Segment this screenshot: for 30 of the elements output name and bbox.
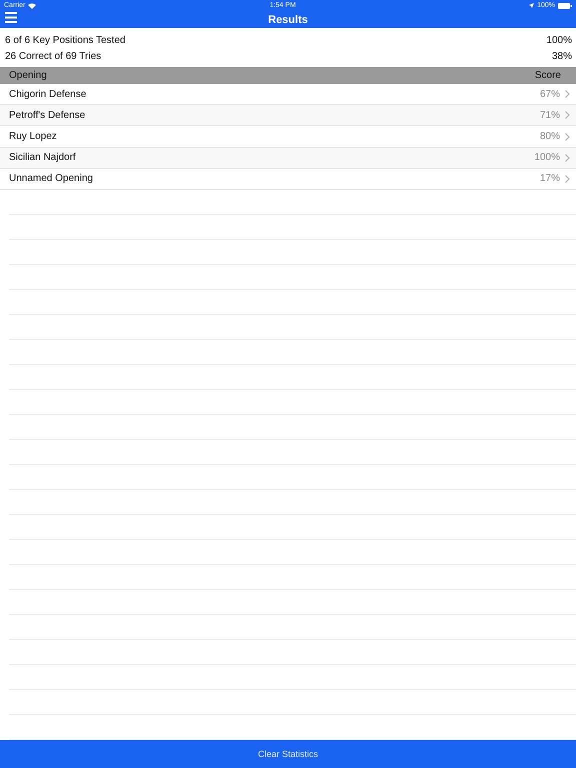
score-value: 67% xyxy=(540,88,560,100)
opening-name: Chigorin Defense xyxy=(9,88,86,100)
score-value: 100% xyxy=(534,152,560,164)
screen-title: Results xyxy=(268,14,308,26)
score-value: 17% xyxy=(540,173,560,184)
summary-label: 6 of 6 Key Positions Tested xyxy=(5,34,126,46)
summary-label: 26 Correct of 69 Tries xyxy=(5,50,102,62)
opening-row[interactable]: Sicilian Najdorf 100% xyxy=(0,148,576,169)
wifi-icon xyxy=(28,2,36,8)
summary-value: 38% xyxy=(552,50,572,62)
chevron-icon xyxy=(565,132,570,140)
opening-name: Petroff's Defense xyxy=(9,110,86,121)
score-value: 71% xyxy=(540,110,560,121)
chevron-icon xyxy=(565,154,570,162)
menu-icon xyxy=(5,12,17,23)
clear-statistics-button[interactable]: Clear Statistics xyxy=(0,740,576,768)
summary-value: 100% xyxy=(546,34,572,46)
opening-name: Sicilian Najdorf xyxy=(9,152,76,164)
battery-icon xyxy=(558,2,572,8)
chevron-icon xyxy=(565,111,570,120)
menu-button[interactable] xyxy=(5,12,19,25)
chevron-icon xyxy=(565,174,570,183)
chevron-icon xyxy=(565,90,570,98)
score-value: 80% xyxy=(540,131,560,142)
opening-row[interactable]: Petroff's Defense 71% xyxy=(0,105,576,126)
opening-name: Unnamed Opening xyxy=(9,173,93,184)
column-header: Opening xyxy=(9,70,47,81)
column-header: Score xyxy=(534,70,561,81)
opening-name: Ruy Lopez xyxy=(9,131,57,142)
location-icon xyxy=(529,3,534,8)
